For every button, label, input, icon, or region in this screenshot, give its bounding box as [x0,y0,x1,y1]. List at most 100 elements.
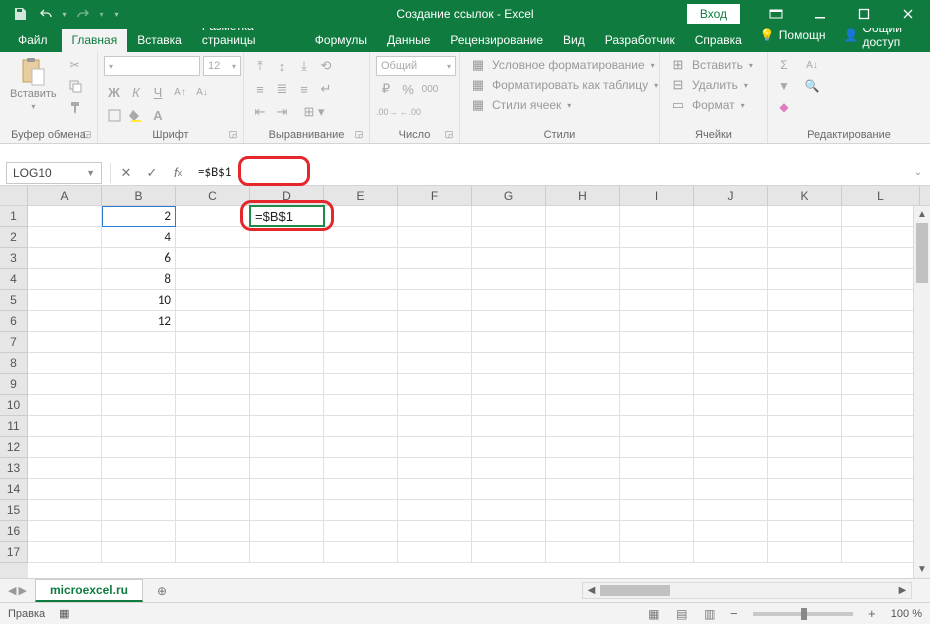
row-header[interactable]: 10 [0,395,28,416]
cell[interactable] [250,332,324,353]
cell[interactable] [250,353,324,374]
cell[interactable] [768,479,842,500]
macro-record-button[interactable]: ▦ [59,607,69,620]
insert-function-button[interactable]: fx [165,162,191,184]
tell-me-button[interactable]: 💡Помощн [752,25,834,45]
cell[interactable] [694,521,768,542]
row-header[interactable]: 15 [0,500,28,521]
cell[interactable] [398,416,472,437]
column-header[interactable]: B [102,186,176,205]
cell[interactable] [102,479,176,500]
cell[interactable]: 6 [102,248,176,269]
cell[interactable] [324,500,398,521]
cell[interactable] [324,353,398,374]
cell[interactable] [176,458,250,479]
cell[interactable] [28,311,102,332]
cell[interactable] [694,290,768,311]
page-layout-view-button[interactable]: ▤ [671,605,693,623]
cell[interactable] [546,395,620,416]
cell[interactable] [842,353,920,374]
undo-button[interactable] [34,3,58,25]
column-header[interactable]: D [250,186,324,205]
cell[interactable] [694,353,768,374]
scroll-thumb[interactable] [600,585,670,596]
cell[interactable] [102,374,176,395]
cell[interactable] [546,290,620,311]
cell[interactable] [250,479,324,500]
cell[interactable] [102,332,176,353]
cell[interactable] [28,458,102,479]
tab-home[interactable]: Главная [62,29,128,52]
cell[interactable] [472,269,546,290]
cell[interactable] [324,332,398,353]
cell[interactable] [694,248,768,269]
cell[interactable] [546,416,620,437]
minimize-button[interactable] [798,0,842,28]
delete-cells-button[interactable]: ⊟Удалить▾ [666,76,752,94]
cell[interactable] [694,374,768,395]
cell[interactable] [102,521,176,542]
select-all-corner[interactable] [0,186,28,205]
qat-dropdown-icon[interactable]: ▾ [60,10,69,19]
zoom-thumb[interactable] [801,608,807,620]
cell[interactable] [768,521,842,542]
cell[interactable]: 4 [102,227,176,248]
cell[interactable] [28,248,102,269]
cell[interactable] [472,479,546,500]
scroll-down-button[interactable]: ▼ [914,561,930,578]
cell[interactable] [324,521,398,542]
cell[interactable] [768,269,842,290]
cell[interactable] [842,290,920,311]
row-header[interactable]: 14 [0,479,28,500]
cell[interactable] [176,416,250,437]
orientation-button[interactable]: ⟲ [316,56,336,76]
row-header[interactable]: 4 [0,269,28,290]
cell[interactable] [28,542,102,563]
decrease-decimal-button[interactable]: ←.00 [400,102,422,122]
cell[interactable] [768,353,842,374]
align-center-button[interactable]: ≣ [272,79,292,99]
cell[interactable] [398,227,472,248]
column-header[interactable]: J [694,186,768,205]
row-header[interactable]: 12 [0,437,28,458]
cell[interactable] [842,479,920,500]
cell[interactable] [620,290,694,311]
cell[interactable] [472,353,546,374]
cell[interactable] [694,206,768,227]
cell[interactable] [250,227,324,248]
cell[interactable] [546,500,620,521]
active-cell-editor[interactable]: =$B$1 [251,206,297,227]
cell[interactable] [102,500,176,521]
cell[interactable] [28,521,102,542]
cell[interactable] [620,479,694,500]
cell[interactable] [768,206,842,227]
tab-view[interactable]: Вид [553,29,595,52]
underline-button[interactable]: Ч [148,82,168,102]
cell[interactable] [176,269,250,290]
cell[interactable] [472,437,546,458]
cell[interactable] [620,395,694,416]
cell[interactable] [324,248,398,269]
row-header[interactable]: 11 [0,416,28,437]
tab-formulas[interactable]: Формулы [305,29,377,52]
cut-button[interactable]: ✂ [65,56,85,74]
cell[interactable] [324,416,398,437]
cell[interactable] [620,521,694,542]
cell[interactable] [324,269,398,290]
cell[interactable] [620,542,694,563]
cell[interactable] [768,311,842,332]
font-color-button[interactable]: A [148,105,168,125]
row-header[interactable]: 17 [0,542,28,563]
tab-insert[interactable]: Вставка [127,29,192,52]
cell[interactable] [620,269,694,290]
bold-button[interactable]: Ж [104,82,124,102]
cell[interactable] [620,437,694,458]
cell[interactable] [176,353,250,374]
cell[interactable] [620,374,694,395]
cell[interactable] [546,248,620,269]
cell[interactable] [398,500,472,521]
cell[interactable] [472,227,546,248]
increase-indent-button[interactable]: ⇥ [272,102,292,122]
sheet-nav-next[interactable]: ▶ [18,584,26,597]
cell[interactable] [842,542,920,563]
